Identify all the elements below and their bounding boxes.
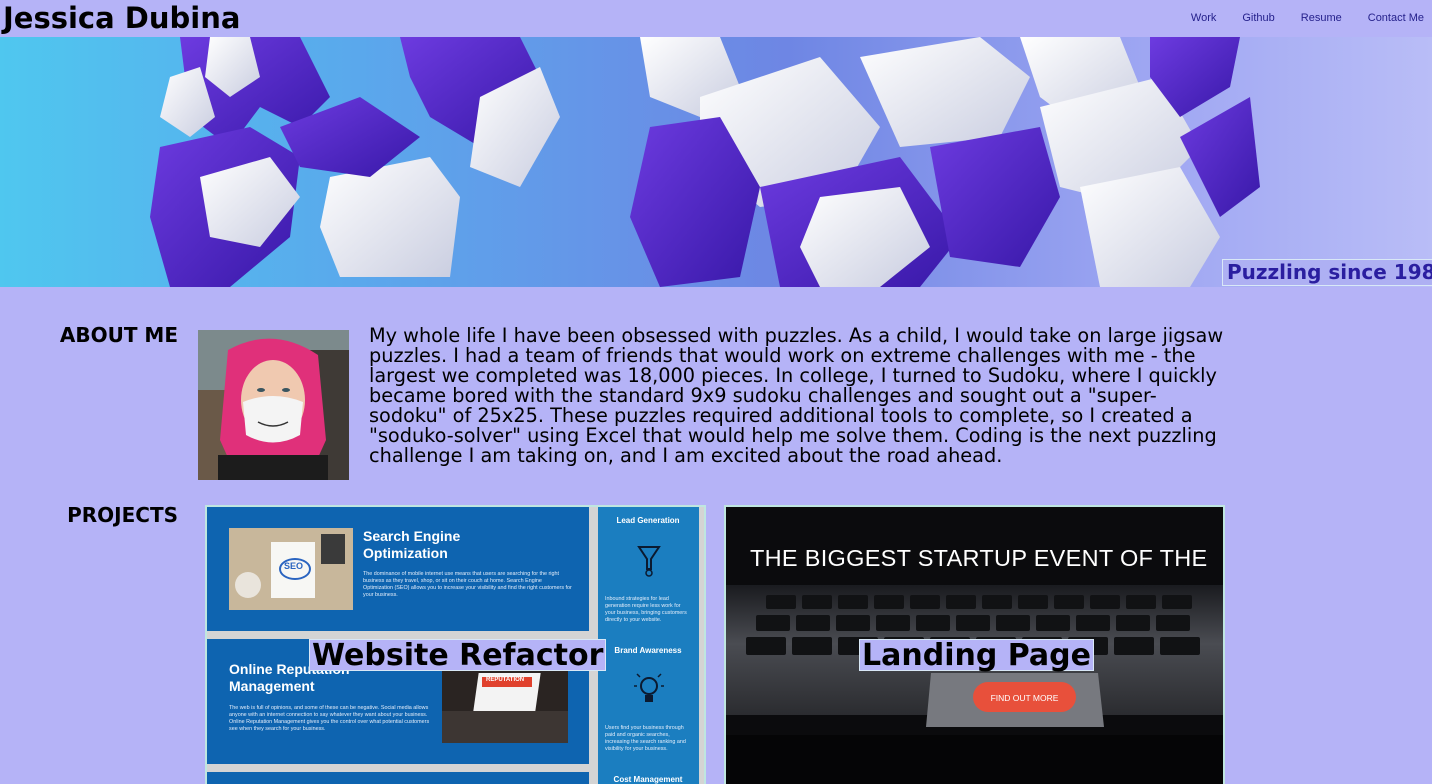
side-body-brand-awareness: Users find your business through paid an… — [605, 725, 686, 752]
about-heading: ABOUT ME — [59, 323, 178, 347]
nav-link-resume[interactable]: Resume — [1301, 11, 1342, 25]
about-text: My whole life I have been obsessed with … — [369, 324, 1224, 467]
side-title-brand-awareness: Brand Awareness — [614, 646, 682, 655]
orm-photo: REPUTATION — [442, 667, 568, 743]
funnel-icon — [637, 546, 661, 577]
side-title-cost-management: Cost Management — [613, 775, 683, 784]
landing-headline: THE BIGGEST STARTUP EVENT OF THE — [750, 545, 1208, 571]
project-label-website-refactor: Website Refactor — [309, 639, 607, 671]
puzzle-pieces-image — [150, 37, 1260, 287]
seo-photo: SEO — [229, 528, 353, 610]
seo-title: Search Engine Optimization — [363, 528, 461, 561]
seo-photo-text: SEO — [284, 561, 304, 571]
orm-body: The web is full of opinions, and some of… — [229, 705, 430, 732]
project-card-landing-page[interactable]: THE BIGGEST STARTUP EVENT OF THE FIND OU… — [724, 505, 1225, 784]
nav-link-contact-me[interactable]: Contact Me — [1368, 11, 1424, 25]
laptop-keyboard-image — [726, 595, 1223, 784]
project-label-landing-page: Landing Page — [859, 639, 1094, 671]
orm-photo-text: REPUTATION — [486, 677, 525, 683]
seo-body: The dominance of mobile internet use mea… — [363, 571, 572, 598]
profile-photo — [198, 330, 349, 480]
nav-link-work[interactable]: Work — [1191, 11, 1216, 25]
main-nav: Work Github Resume Contact Me — [1165, 11, 1424, 25]
hero-tagline: Puzzling since 198 — [1222, 259, 1432, 286]
hero-banner: Puzzling since 198 — [0, 37, 1432, 287]
project-card-website-refactor[interactable]: SEO Search Engine Optimization The domin… — [205, 505, 706, 784]
side-body-lead-generation: Inbound strategies for lead generation r… — [605, 596, 687, 623]
lightbulb-icon — [634, 673, 664, 702]
site-title: Jessica Dubina — [3, 1, 241, 35]
site-header: Jessica Dubina Work Github Resume Contac… — [0, 0, 1432, 37]
side-title-lead-generation: Lead Generation — [616, 516, 680, 525]
projects-heading: PROJECTS — [67, 503, 178, 527]
find-out-more-button[interactable]: FIND OUT MORE — [973, 682, 1076, 712]
nav-link-github[interactable]: Github — [1242, 11, 1274, 25]
